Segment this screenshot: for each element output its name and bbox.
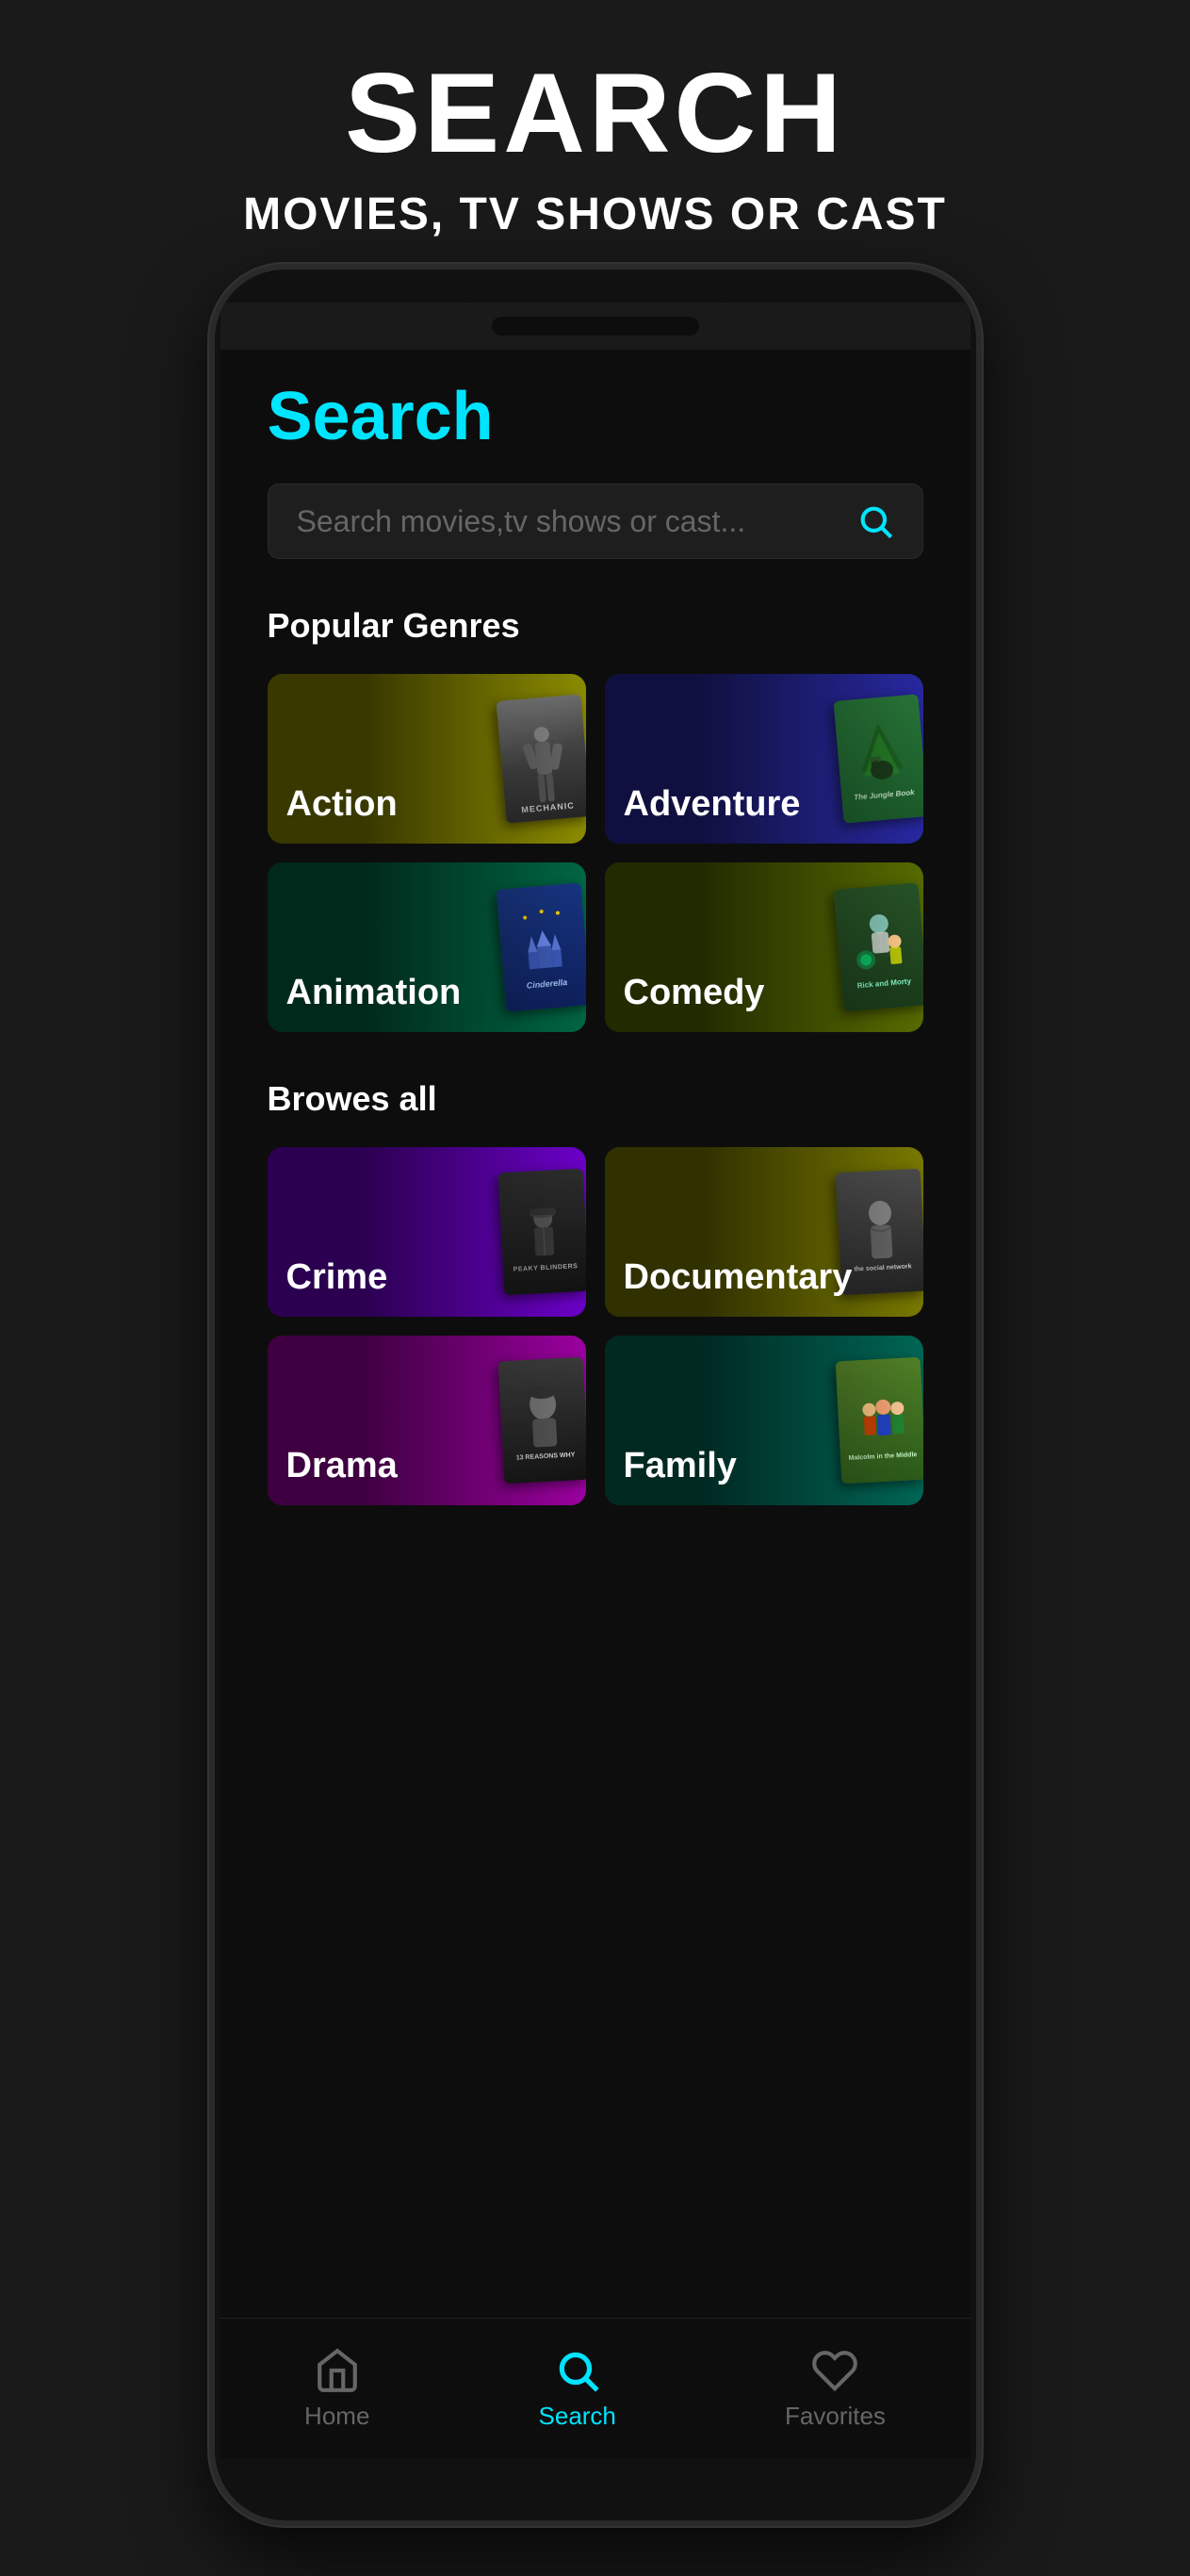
hero-subtitle: MOVIES, TV SHOWS OR CAST [38,189,1152,240]
genre-card-crime[interactable]: Crime [268,1147,586,1317]
search-input[interactable]: Search movies,tv shows or cast... [297,504,856,539]
app-content: Search Search movies,tv shows or cast...… [220,350,970,2459]
phone-notch [454,270,737,303]
nav-item-search[interactable]: Search [511,2338,644,2440]
browse-all-label: Browes all [268,1079,923,1119]
genre-label-family: Family [624,1446,737,1486]
popular-genres-label: Popular Genres [268,606,923,646]
genre-card-family[interactable]: Family [605,1336,923,1505]
nav-item-favorites[interactable]: Favorites [757,2338,914,2440]
browse-all-grid: Crime [268,1147,923,1505]
hero-section: SEARCH MOVIES, TV SHOWS OR CAST [0,0,1190,269]
genre-label-action: Action [286,784,398,825]
search-icon[interactable] [856,502,894,540]
genre-card-comedy[interactable]: Comedy [605,862,923,1032]
favorites-icon [811,2347,858,2394]
genre-card-animation[interactable]: Animation [268,862,586,1032]
genre-label-animation: Animation [286,973,462,1013]
nav-item-home[interactable]: Home [276,2338,398,2440]
home-icon [314,2347,361,2394]
status-bar [220,303,970,350]
nav-label-favorites: Favorites [785,2402,886,2431]
search-nav-icon [554,2347,601,2394]
genre-card-documentary[interactable]: Documentary [605,1147,923,1317]
nav-label-home: Home [304,2402,369,2431]
genre-card-adventure[interactable]: Adventure [605,674,923,844]
popular-genres-grid: Action [268,674,923,1032]
genre-label-crime: Crime [286,1257,388,1298]
page-title: Search [268,378,923,455]
genre-card-action[interactable]: Action [268,674,586,844]
genre-label-documentary: Documentary [624,1257,853,1298]
search-bar[interactable]: Search movies,tv shows or cast... [268,484,923,559]
phone-frame: Search Search movies,tv shows or cast...… [209,264,982,2526]
genre-label-adventure: Adventure [624,784,801,825]
browse-all-section: Browes all Crime [268,1079,923,1505]
nav-label-search: Search [539,2402,616,2431]
hero-title: SEARCH [38,57,1152,170]
bottom-nav: Home Search Favorites [220,2318,970,2459]
genre-label-drama: Drama [286,1446,398,1486]
genre-card-drama[interactable]: Drama [268,1336,586,1505]
phone-screen: Search Search movies,tv shows or cast...… [220,303,970,2459]
genre-label-comedy: Comedy [624,973,765,1013]
status-bar-pill [492,317,699,336]
